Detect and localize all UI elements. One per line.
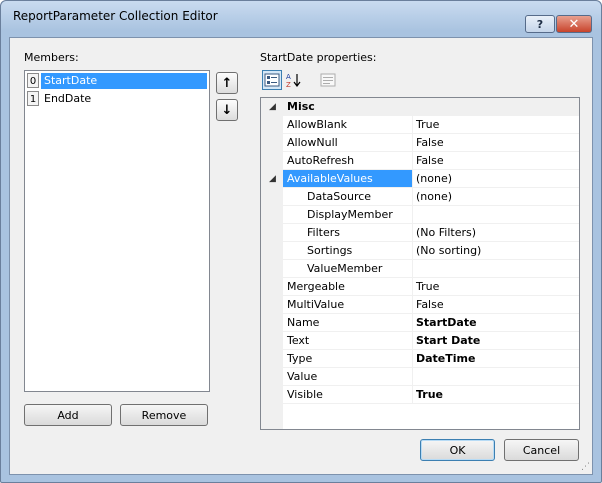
alphabetical-button[interactable]: A Z <box>284 70 304 90</box>
property-name: Sortings <box>283 242 413 260</box>
remove-button-label: Remove <box>141 408 187 422</box>
window-title: ReportParameter Collection Editor <box>13 9 218 23</box>
property-name: DisplayMember <box>283 206 413 224</box>
property-value[interactable]: True <box>413 278 579 296</box>
property-pages-button[interactable] <box>318 70 338 90</box>
property-value[interactable] <box>413 206 579 224</box>
property-name: AvailableValues <box>283 170 413 188</box>
properties-label: StartDate properties: <box>260 51 377 64</box>
property-row[interactable]: Sortings (No sorting) <box>261 242 579 260</box>
property-name: Value <box>283 368 413 386</box>
property-name: MultiValue <box>283 296 413 314</box>
close-icon: ✕ <box>568 16 580 32</box>
property-name: AutoRefresh <box>283 152 413 170</box>
member-name: StartDate <box>41 73 207 89</box>
members-list[interactable]: 0 StartDate 1 EndDate <box>24 70 210 392</box>
property-value[interactable]: Start Date <box>413 332 579 350</box>
property-name: Mergeable <box>283 278 413 296</box>
member-index: 0 <box>27 73 39 88</box>
dialog-window: ReportParameter Collection Editor ? ✕ Me… <box>0 0 602 483</box>
resize-grip-icon[interactable]: ⋰ <box>581 462 590 472</box>
property-name: AllowBlank <box>283 116 413 134</box>
dialog-client-area: Members: 0 StartDate 1 EndDate ↑ ↓ Add R… <box>9 37 593 475</box>
property-value[interactable]: (none) <box>413 188 579 206</box>
property-row[interactable]: Text Start Date <box>261 332 579 350</box>
property-row[interactable]: Visible True <box>261 386 579 404</box>
property-value[interactable]: (none) <box>413 170 579 188</box>
property-name: DataSource <box>283 188 413 206</box>
help-icon: ? <box>536 17 544 31</box>
help-button[interactable]: ? <box>525 15 555 33</box>
move-up-button[interactable]: ↑ <box>216 72 238 94</box>
property-name: Text <box>283 332 413 350</box>
property-value[interactable]: DateTime <box>413 350 579 368</box>
member-item-enddate[interactable]: 1 EndDate <box>27 91 207 107</box>
cancel-button[interactable]: Cancel <box>504 439 579 461</box>
property-value[interactable]: True <box>413 386 579 404</box>
property-row[interactable]: Name StartDate <box>261 314 579 332</box>
property-value[interactable]: False <box>413 134 579 152</box>
property-row[interactable]: AllowNull False <box>261 134 579 152</box>
close-button[interactable]: ✕ <box>556 15 592 33</box>
cancel-button-label: Cancel <box>522 443 561 457</box>
property-row[interactable]: DisplayMember <box>261 206 579 224</box>
svg-text:Z: Z <box>286 81 291 88</box>
categorized-button[interactable] <box>262 70 282 90</box>
property-row[interactable]: Type DateTime <box>261 350 579 368</box>
property-value[interactable]: False <box>413 152 579 170</box>
property-value[interactable]: StartDate <box>413 314 579 332</box>
property-name: Visible <box>283 386 413 404</box>
members-label: Members: <box>24 51 79 64</box>
property-row[interactable]: Value <box>261 368 579 386</box>
svg-text:A: A <box>286 73 291 81</box>
property-value[interactable] <box>413 368 579 386</box>
add-button[interactable]: Add <box>24 404 112 426</box>
property-name: Type <box>283 350 413 368</box>
category-row-misc[interactable]: ◢ Misc <box>261 98 579 116</box>
add-button-label: Add <box>57 408 79 422</box>
collapse-triangle-icon[interactable]: ◢ <box>269 174 276 184</box>
title-bar[interactable]: ReportParameter Collection Editor ? ✕ <box>1 1 601 33</box>
member-index: 1 <box>27 91 39 106</box>
property-name: AllowNull <box>283 134 413 152</box>
property-name: ValueMember <box>283 260 413 278</box>
property-value[interactable]: (No Filters) <box>413 224 579 242</box>
arrow-down-icon: ↓ <box>221 102 233 118</box>
member-item-startdate[interactable]: 0 StartDate <box>27 73 207 89</box>
property-row[interactable]: AutoRefresh False <box>261 152 579 170</box>
move-down-button[interactable]: ↓ <box>216 99 238 121</box>
property-grid[interactable]: ◢ Misc AllowBlank True AllowNull False A… <box>260 97 580 430</box>
property-pages-icon <box>320 73 336 87</box>
property-row[interactable]: Filters (No Filters) <box>261 224 579 242</box>
property-row[interactable]: ValueMember <box>261 260 579 278</box>
remove-button[interactable]: Remove <box>120 404 208 426</box>
ok-button[interactable]: OK <box>420 439 495 461</box>
property-grid-toolbar: A Z <box>262 68 582 94</box>
property-row[interactable]: AllowBlank True <box>261 116 579 134</box>
categorized-icon <box>264 73 280 87</box>
property-value[interactable] <box>413 260 579 278</box>
sort-alphabetical-icon: A Z <box>286 73 301 88</box>
property-name: Name <box>283 314 413 332</box>
property-row[interactable]: MultiValue False <box>261 296 579 314</box>
member-name: EndDate <box>44 92 92 105</box>
collapse-triangle-icon[interactable]: ◢ <box>269 102 276 112</box>
category-label: Misc <box>283 98 579 116</box>
property-value[interactable]: False <box>413 296 579 314</box>
property-row[interactable]: Mergeable True <box>261 278 579 296</box>
property-name: Filters <box>283 224 413 242</box>
property-value[interactable]: (No sorting) <box>413 242 579 260</box>
ok-button-label: OK <box>449 443 466 457</box>
property-row[interactable]: DataSource (none) <box>261 188 579 206</box>
property-row-selected[interactable]: ◢ AvailableValues (none) <box>261 170 579 188</box>
arrow-up-icon: ↑ <box>221 75 233 91</box>
property-value[interactable]: True <box>413 116 579 134</box>
